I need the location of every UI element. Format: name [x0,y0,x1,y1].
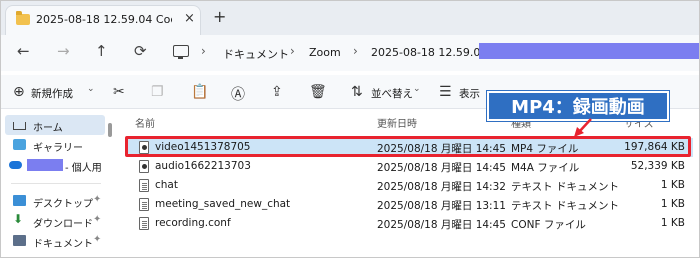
sidebar-scrollbar[interactable] [108,123,112,137]
cloud-icon [9,161,22,169]
paste-icon[interactable]: 📋 [191,84,208,100]
file-modified: 2025/08/18 月曜日 14:32 [377,181,506,193]
arrow-icon [574,118,592,137]
text-file-icon [139,198,149,211]
download-icon: ⬇ [13,212,24,226]
navigation-pane: ホーム ギャラリー - 個人用 デスクトップ ✦ ⬇ ダウンロード ✦ ドキュメ… [1,113,107,257]
chevron-right-icon[interactable]: › [353,44,358,58]
redacted-account [27,159,63,171]
share-icon[interactable]: ⇪ [271,84,283,100]
up-button[interactable]: ↑ [95,42,108,60]
file-modified: 2025/08/18 月曜日 14:45 [377,162,506,174]
sidebar-item-gallery[interactable]: ギャラリー [5,135,105,155]
refresh-button[interactable]: ⟳ [134,42,147,60]
file-name: meeting_saved_new_chat [155,198,291,210]
file-name: audio1662213703 [155,160,251,172]
desktop-icon [13,195,26,206]
file-size: 1 KB [660,198,685,210]
sidebar-item-desktop[interactable]: デスクトップ ✦ [5,191,105,211]
column-header-name[interactable]: 名前 [135,115,155,130]
sidebar-item-onedrive[interactable]: - 個人用 [5,155,105,175]
chevron-down-icon[interactable]: ⌄ [87,84,95,94]
file-modified: 2025/08/18 月曜日 13:11 [377,200,506,212]
chevron-right-icon[interactable]: › [290,44,295,58]
delete-icon[interactable]: 🗑 [309,84,327,100]
tab-strip: 2025-08-18 12.59.04 Coco colo × + [1,1,699,35]
text-file-icon [139,179,149,192]
sidebar-item-label: ホーム [33,123,63,134]
file-size: 52,339 KB [630,160,685,172]
new-icon[interactable]: ⊕ [13,84,25,100]
file-explorer-window: 2025-08-18 12.59.04 Coco colo × + ← → ↑ … [0,0,700,258]
rename-icon[interactable]: Ⓐ [231,84,245,104]
breadcrumb-zoom[interactable]: Zoom [309,46,341,59]
sidebar-divider [11,183,101,184]
copy-icon[interactable]: ❐ [151,84,164,100]
sidebar-item-documents[interactable]: ドキュメント ✦ [5,231,105,251]
column-header-modified[interactable]: 更新日時 [377,115,417,130]
close-icon[interactable]: × [184,11,195,26]
tab-title: 2025-08-18 12.59.04 Coco colo [36,13,172,26]
file-name: recording.conf [155,217,231,229]
forward-button[interactable]: → [57,42,70,60]
pin-icon[interactable]: ✦ [93,234,101,245]
file-name: chat [155,179,178,191]
chevron-right-icon[interactable]: › [201,44,206,58]
sort-icon[interactable]: ⇅ [351,84,363,100]
file-type: CONF ファイル [511,219,586,231]
pin-icon[interactable]: ✦ [93,214,101,225]
documents-icon [13,235,26,246]
highlight-box [125,136,691,157]
folder-icon [16,11,30,25]
home-icon [13,122,26,130]
sidebar-item-label: ギャラリー [33,143,83,154]
table-row[interactable]: meeting_saved_new_chat 2025/08/18 月曜日 13… [127,195,693,214]
explorer-tab[interactable]: 2025-08-18 12.59.04 Coco colo × [5,5,201,35]
file-size: 1 KB [660,217,685,229]
sort-button[interactable]: 並べ替え [371,86,413,101]
cut-icon[interactable]: ✂ [113,84,125,100]
table-row[interactable]: recording.conf 2025/08/18 月曜日 14:45 CONF… [127,214,693,233]
gallery-icon [13,139,26,150]
sidebar-item-home[interactable]: ホーム [5,115,105,135]
pin-icon[interactable]: ✦ [93,194,101,205]
breadcrumb-documents[interactable]: ドキュメント [223,46,289,62]
breadcrumb-folder[interactable]: 2025-08-18 12.59.04 [371,46,487,59]
table-row[interactable]: chat 2025/08/18 月曜日 14:32 テキスト ドキュメント 1 … [127,176,693,195]
file-modified: 2025/08/18 月曜日 14:45 [377,219,506,231]
file-list: 名前 更新日時 種類 サイズ video1451378705 2025/08/1… [119,113,699,257]
sidebar-item-label: デスクトップ [33,199,93,210]
text-file-icon [139,217,149,230]
sidebar-item-label: ダウンロード [33,219,93,230]
table-row[interactable]: audio1662213703 2025/08/18 月曜日 14:45 M4A… [127,157,693,176]
sidebar-item-label: ドキュメント [33,239,93,250]
file-size: 1 KB [660,179,685,191]
this-pc-icon[interactable] [173,45,189,59]
sidebar-item-downloads[interactable]: ⬇ ダウンロード ✦ [5,211,105,231]
redacted-address [479,43,699,59]
chevron-down-icon[interactable]: ⌄ [413,84,421,94]
audio-file-icon [139,160,149,173]
new-button[interactable]: 新規作成 [31,86,73,101]
view-button[interactable]: 表示 [459,86,480,101]
new-tab-button[interactable]: + [213,7,226,26]
sidebar-item-label: - 個人用 [65,163,102,174]
back-button[interactable]: ← [17,42,30,60]
view-icon[interactable]: ☰ [439,84,452,100]
file-type: M4A ファイル [511,162,580,174]
